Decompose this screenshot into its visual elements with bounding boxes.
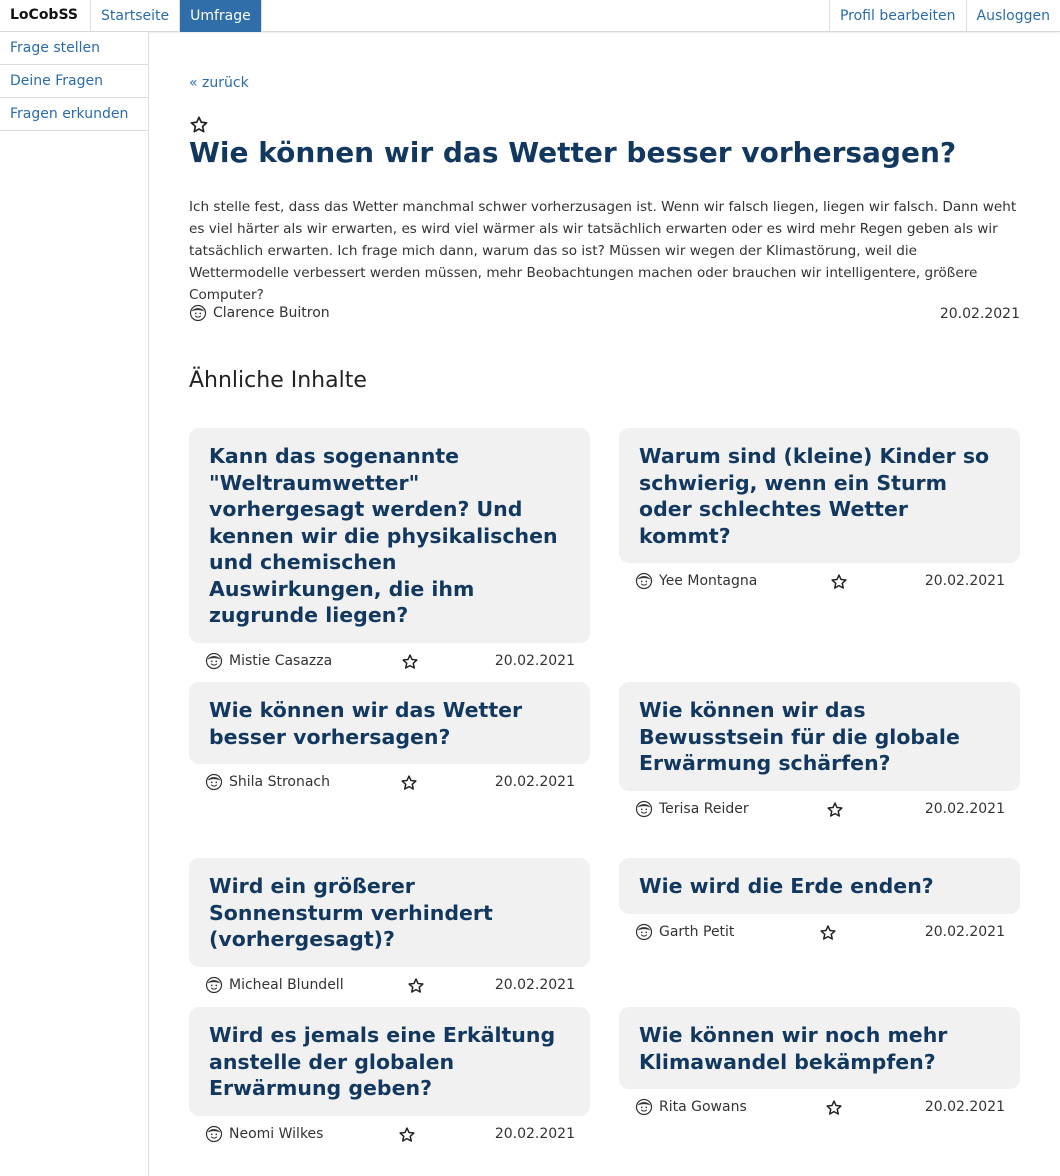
nav-left: Startseite Umfrage [90,0,262,32]
star-icon[interactable] [407,977,425,995]
card-title: Kann das sogenannte "Weltraumwetter" vor… [209,444,558,627]
author: Mistie Casazza [205,652,332,670]
card-date: 20.02.2021 [494,976,575,993]
star-icon[interactable] [819,924,837,942]
sidebar-item-frage-stellen[interactable]: Frage stellen [0,32,148,65]
similar-card: Wie wird die Erde enden? Garth Petit 20.… [619,858,1020,945]
card-date: 20.02.2021 [494,1125,575,1142]
nav-ausloggen[interactable]: Ausloggen [967,0,1060,32]
question-meta: Clarence Buitron 20.02.2021 [189,304,1020,326]
author: Shila Stronach [205,773,330,791]
star-icon[interactable] [830,573,848,591]
author: Micheal Blundell [205,976,344,994]
card-title: Wie können wir das Bewusstsein für die g… [639,698,960,775]
top-navbar: LoCobSS Startseite Umfrage Profil bearbe… [0,0,1060,32]
user-avatar-icon [205,652,223,669]
author-name: Mistie Casazza [229,652,333,669]
author-name: Terisa Reider [659,800,749,817]
similar-card: Wie können wir das Wetter besser vorhers… [189,682,590,795]
similar-card: Kann das sogenannte "Weltraumwetter" vor… [189,428,590,674]
card-title-box[interactable]: Wird es jemals eine Erkältung anstelle d… [189,1007,590,1116]
similar-card: Wird es jemals eine Erkältung anstelle d… [189,1007,590,1147]
card-title: Wird ein größerer Sonnensturm verhindert… [209,874,493,951]
sidebar-item-fragen-erkunden[interactable]: Fragen erkunden [0,98,148,131]
card-meta: Shila Stronach 20.02.2021 [189,773,590,795]
similar-card: Warum sind (kleine) Kinder so schwierig,… [619,428,1020,594]
user-avatar-icon [635,1098,653,1116]
similar-content-heading: Ähnliche Inhalte [189,368,367,393]
card-meta: Terisa Reider 20.02.2021 [619,800,1020,822]
star-icon[interactable] [826,801,844,819]
card-date: 20.02.2021 [924,800,1005,817]
card-meta: Rita Gowans 20.02.2021 [619,1098,1020,1120]
card-meta: Mistie Casazza 20.02.2021 [189,652,590,674]
similar-card: Wie können wir das Bewusstsein für die g… [619,682,1020,822]
question-body: Ich stelle fest, dass das Wetter manchma… [189,199,1017,303]
sidebar: Frage stellen Deine Fragen Fragen erkund… [0,32,149,1176]
card-date: 20.02.2021 [494,774,575,790]
card-title-box[interactable]: Wird ein größerer Sonnensturm verhindert… [189,858,590,967]
similar-card: Wird ein größerer Sonnensturm verhindert… [189,858,590,998]
author: Terisa Reider [635,800,749,818]
sidebar-item-deine-fragen[interactable]: Deine Fragen [0,65,148,98]
card-meta: Neomi Wilkes 20.02.2021 [189,1125,590,1147]
card-title: Wie können wir noch mehr Klimawandel bek… [639,1023,948,1074]
author-name: Yee Montagna [659,573,758,589]
user-avatar-icon [189,304,207,322]
user-avatar-icon [635,923,653,940]
page-title: Wie können wir das Wetter besser vorhers… [189,136,957,169]
author-name: Micheal Blundell [229,976,344,993]
question-date: 20.02.2021 [939,306,1020,322]
user-avatar-icon [205,976,223,993]
brand-logo[interactable]: LoCobSS [10,7,78,23]
author-name: Shila Stronach [229,774,330,790]
star-icon[interactable] [401,653,419,671]
card-date: 20.02.2021 [924,923,1005,940]
star-icon[interactable] [400,774,418,792]
author-name: Clarence Buitron [213,305,330,321]
card-title-box[interactable]: Wie wird die Erde enden? [619,858,1020,914]
card-date: 20.02.2021 [924,1099,1005,1115]
star-icon[interactable] [825,1099,843,1117]
card-title: Wie wird die Erde enden? [639,874,934,898]
back-link[interactable]: « zurück [189,75,249,91]
author: Garth Petit [635,923,734,941]
nav-profil-bearbeiten[interactable]: Profil bearbeiten [830,0,967,32]
user-avatar-icon [205,773,223,791]
nav-umfrage[interactable]: Umfrage [180,0,262,32]
author: Neomi Wilkes [205,1125,323,1143]
author-name: Rita Gowans [659,1099,747,1115]
card-meta: Micheal Blundell 20.02.2021 [189,976,590,998]
card-title-box[interactable]: Kann das sogenannte "Weltraumwetter" vor… [189,428,590,643]
card-title: Warum sind (kleine) Kinder so schwierig,… [639,444,990,548]
author: Rita Gowans [635,1098,747,1116]
card-title-box[interactable]: Warum sind (kleine) Kinder so schwierig,… [619,428,1020,563]
author-name: Neomi Wilkes [229,1125,324,1142]
card-date: 20.02.2021 [924,573,1005,589]
card-title-box[interactable]: Wie können wir das Bewusstsein für die g… [619,682,1020,791]
author: Yee Montagna [635,572,757,590]
star-icon[interactable] [398,1126,416,1144]
user-avatar-icon [635,800,653,817]
card-meta: Garth Petit 20.02.2021 [619,923,1020,945]
user-avatar-icon [205,1125,223,1142]
nav-right: Profil bearbeiten Ausloggen [828,0,1060,32]
user-avatar-icon [635,572,653,590]
card-date: 20.02.2021 [494,652,575,669]
star-icon[interactable] [189,115,209,135]
card-title-box[interactable]: Wie können wir noch mehr Klimawandel bek… [619,1007,1020,1089]
card-title: Wird es jemals eine Erkältung anstelle d… [209,1023,556,1100]
card-title-box[interactable]: Wie können wir das Wetter besser vorhers… [189,682,590,764]
author: Clarence Buitron [189,304,330,322]
card-meta: Yee Montagna 20.02.2021 [619,572,1020,594]
author-name: Garth Petit [659,923,735,940]
nav-startseite[interactable]: Startseite [91,0,181,32]
similar-card: Wie können wir noch mehr Klimawandel bek… [619,1007,1020,1120]
card-title: Wie können wir das Wetter besser vorhers… [209,698,523,749]
